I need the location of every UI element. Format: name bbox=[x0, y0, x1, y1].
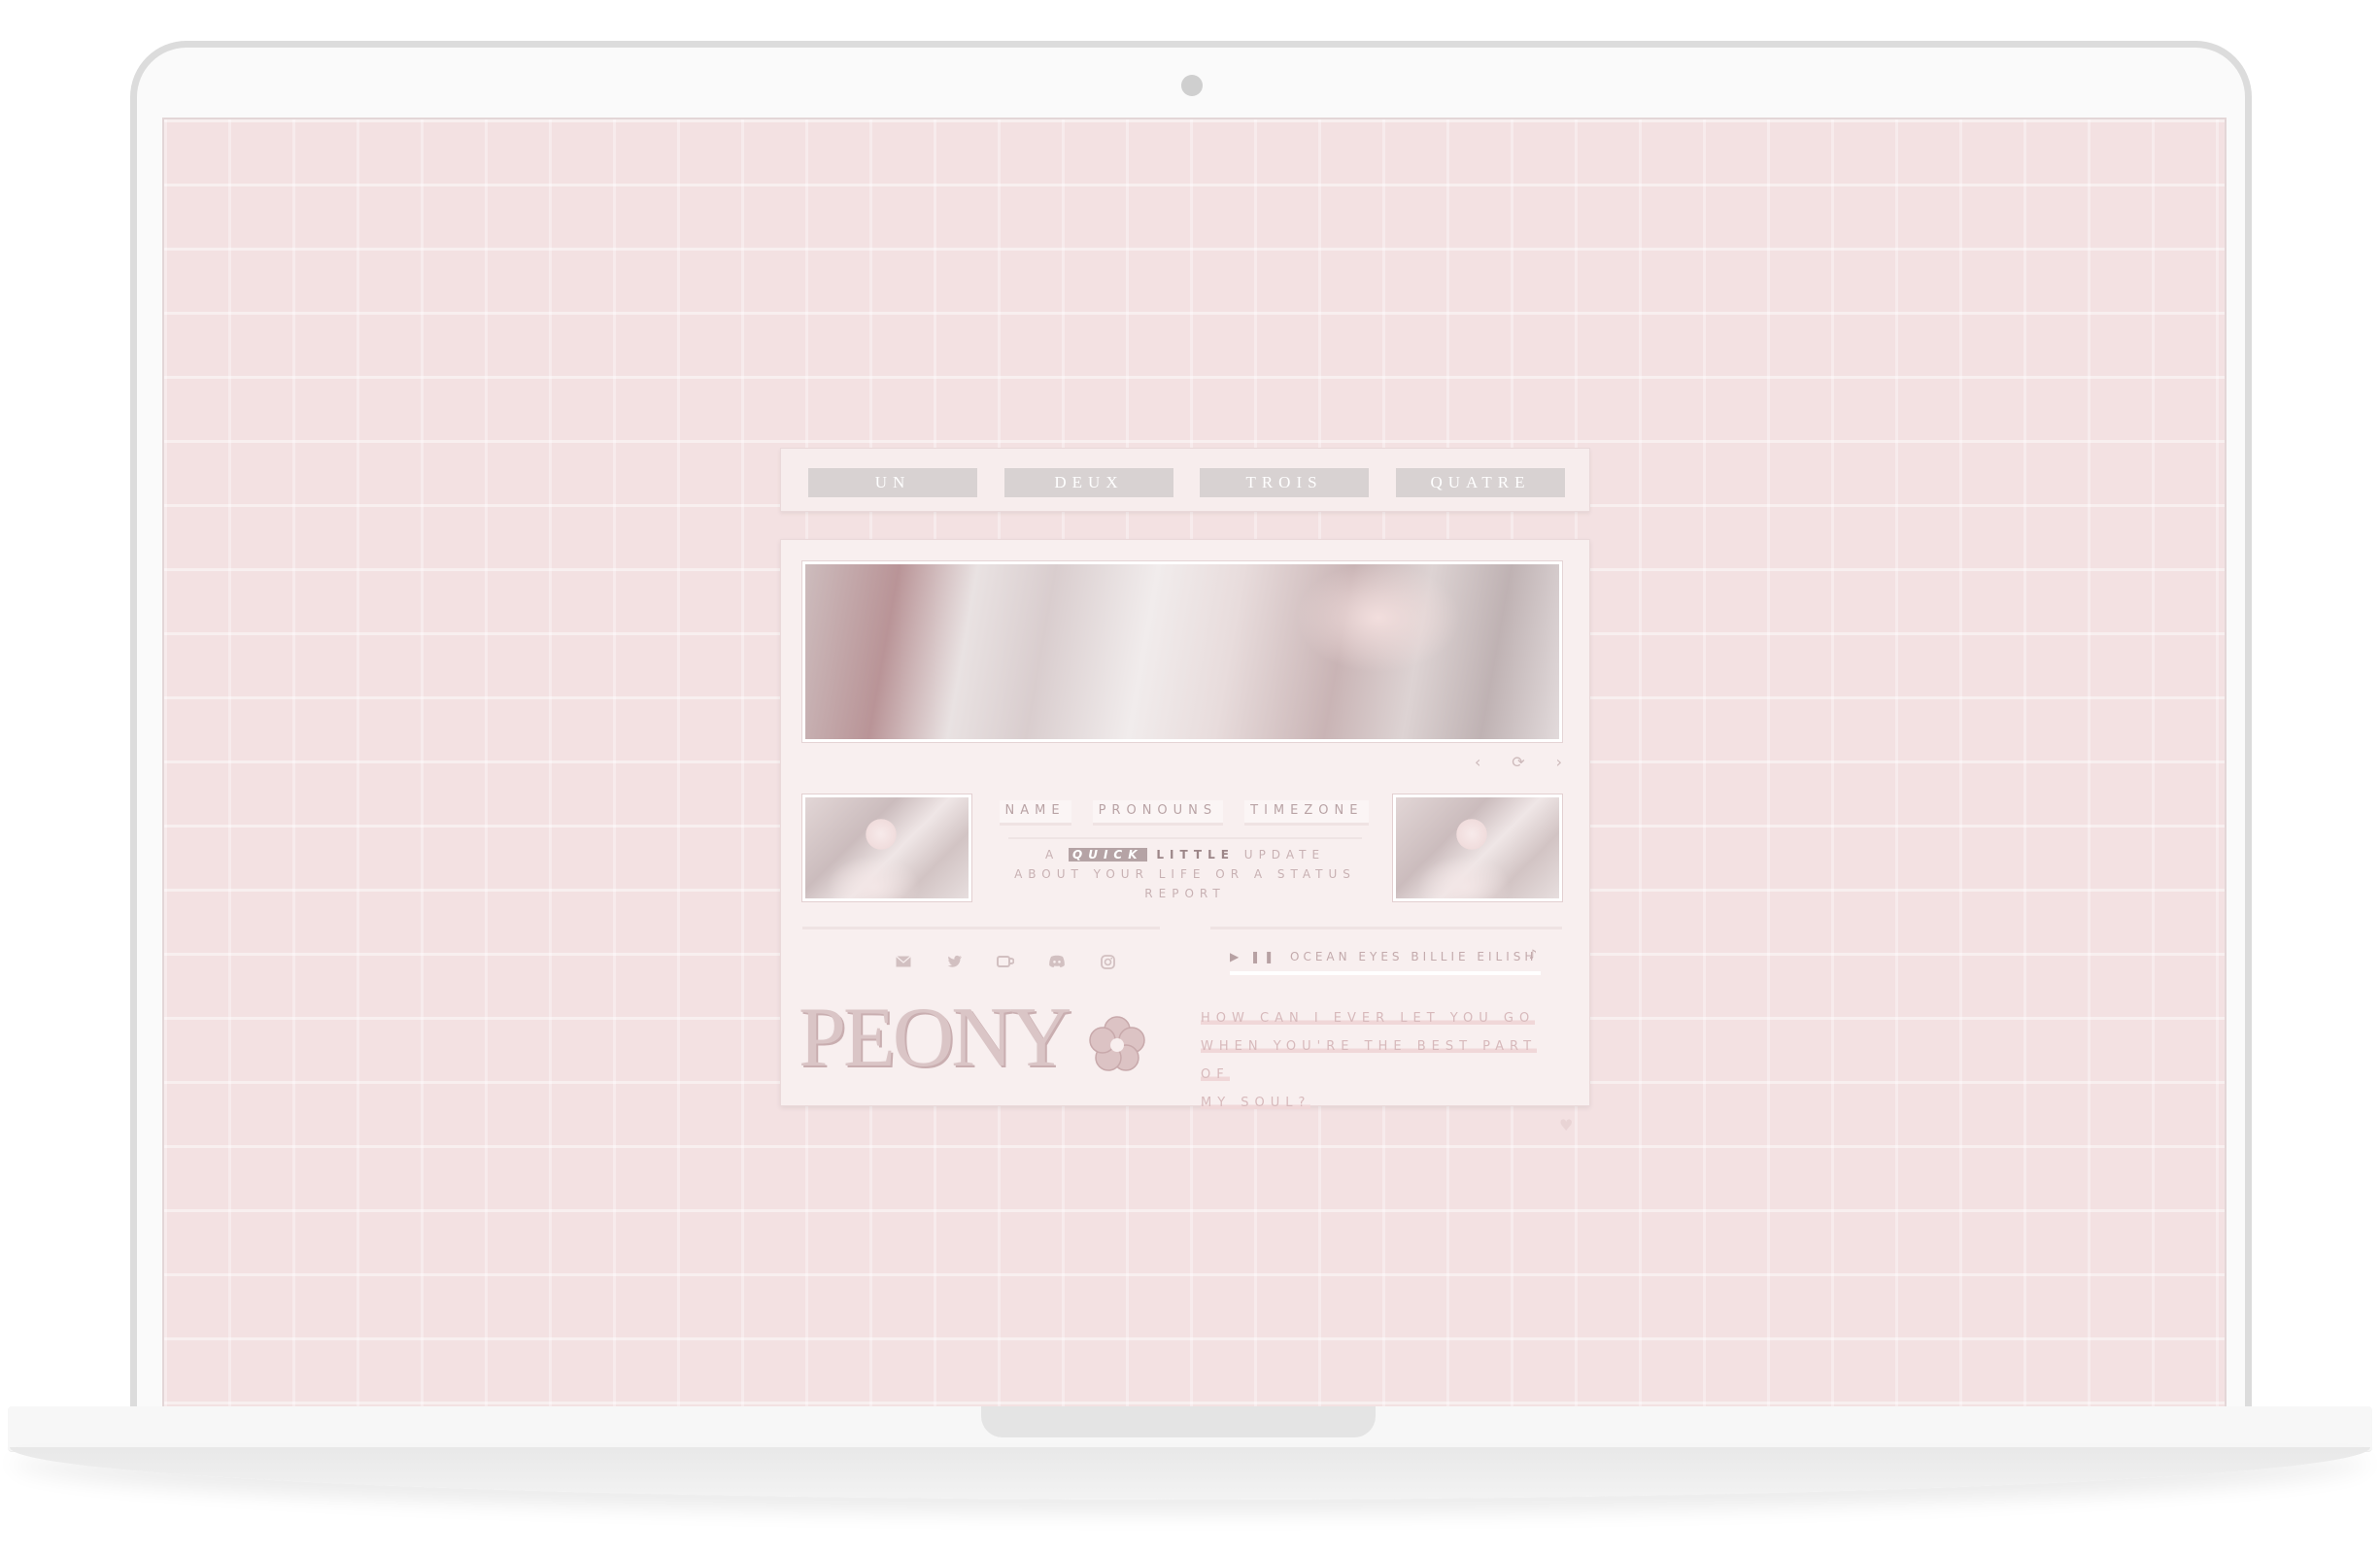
nav-link-deux[interactable]: DEUX bbox=[1004, 468, 1173, 497]
discord-icon[interactable] bbox=[1047, 952, 1067, 971]
pronouns-label: PRONOUNS bbox=[1092, 800, 1224, 826]
status-update: A QUICK LITTLE UPDATE ABOUT YOUR LIFE OR… bbox=[1008, 837, 1362, 903]
camera-icon bbox=[1181, 75, 1203, 96]
music-note-icon: ♪ bbox=[1528, 948, 1541, 963]
player-progress-bar[interactable] bbox=[1230, 971, 1541, 975]
play-pause-icon[interactable]: ▶ ❚❚ bbox=[1230, 950, 1277, 963]
status-prefix: A bbox=[1044, 848, 1060, 861]
screen: UN DEUX TROIS QUATRE ‹ ⟳ › NAME PRONOUNS… bbox=[162, 118, 2227, 1409]
instagram-icon[interactable] bbox=[1098, 952, 1117, 971]
header-banner-image bbox=[802, 561, 1562, 742]
divider-right bbox=[1210, 927, 1562, 929]
divider-left bbox=[802, 927, 1160, 929]
quote-line-1: HOW CAN I EVER LET YOU GO bbox=[1201, 1011, 1536, 1026]
music-player: ▶ ❚❚ OCEAN EYES BILLIE EILISH ♪ bbox=[1230, 946, 1541, 975]
nav-bar: UN DEUX TROIS QUATRE bbox=[780, 448, 1590, 512]
main-panel: ‹ ⟳ › NAME PRONOUNS TIMEZONE A QUICK LIT… bbox=[780, 539, 1590, 1110]
flower-icon bbox=[1089, 1016, 1145, 1071]
banner-controls: ‹ ⟳ › bbox=[1475, 752, 1562, 771]
chevron-right-icon[interactable]: › bbox=[1556, 753, 1562, 771]
status-quick: QUICK bbox=[1069, 848, 1147, 861]
quote-text: HOW CAN I EVER LET YOU GO WHEN YOU'RE TH… bbox=[1201, 1004, 1550, 1117]
nav-link-un[interactable]: UN bbox=[808, 468, 977, 497]
twitter-icon[interactable] bbox=[945, 952, 965, 971]
timezone-label: TIMEZONE bbox=[1244, 800, 1370, 826]
info-row: NAME PRONOUNS TIMEZONE bbox=[995, 800, 1374, 826]
refresh-icon[interactable]: ⟳ bbox=[1512, 753, 1524, 771]
quote-line-3: MY SOUL? bbox=[1201, 1096, 1311, 1110]
chevron-left-icon[interactable]: ‹ bbox=[1475, 753, 1480, 771]
laptop-notch bbox=[981, 1406, 1376, 1437]
social-links bbox=[894, 948, 1117, 975]
song-title: OCEAN EYES BILLIE EILISH bbox=[1290, 950, 1538, 963]
nav-link-quatre[interactable]: QUATRE bbox=[1396, 468, 1565, 497]
name-label: NAME bbox=[999, 800, 1071, 826]
kofi-icon[interactable] bbox=[996, 952, 1015, 971]
quote-line-2: WHEN YOU'RE THE BEST PART OF bbox=[1201, 1039, 1538, 1082]
status-little: LITTLE bbox=[1156, 848, 1235, 861]
heart-icon[interactable]: ♥ bbox=[1559, 1116, 1573, 1134]
mail-icon[interactable] bbox=[894, 952, 913, 971]
peony-logo: PEONY bbox=[799, 991, 1071, 1085]
avatar-left bbox=[802, 794, 971, 901]
nav-link-trois[interactable]: TROIS bbox=[1200, 468, 1369, 497]
laptop-base-bottom bbox=[10, 1447, 2370, 1500]
avatar-right bbox=[1393, 794, 1562, 901]
